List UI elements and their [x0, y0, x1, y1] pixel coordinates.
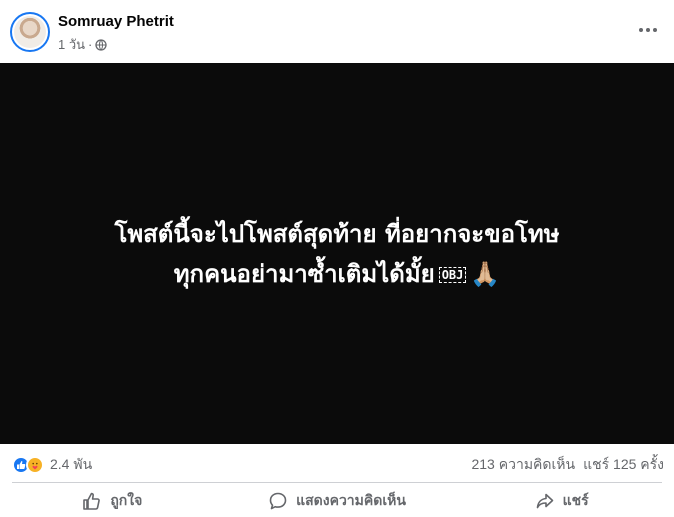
comment-label: แสดงความคิดเห็น: [296, 491, 406, 508]
share-icon: [535, 491, 555, 511]
facebook-post: Somruay Phetrit 1 วัน · โพสต์นี้จะไปโพสต…: [0, 0, 674, 517]
share-count[interactable]: แชร์ 125 ครั้ง: [583, 454, 664, 476]
author-name[interactable]: Somruay Phetrit: [58, 13, 174, 30]
reactions-summary[interactable]: 2.4 พัน: [12, 454, 92, 476]
like-label: ถูกใจ: [110, 491, 143, 508]
comment-icon: [268, 491, 288, 511]
post-meta: 1 วัน ·: [58, 34, 108, 55]
obj-placeholder: OBJ: [438, 266, 467, 283]
share-label: แชร์: [562, 491, 589, 508]
post-time[interactable]: 1 วัน: [58, 34, 85, 55]
more-options-icon[interactable]: [636, 18, 660, 42]
post-actions: ถูกใจ แสดงความคิดเห็น แชร์: [0, 484, 674, 517]
media-text-line-2-text: ทุกคนอย่ามาซ้ำเติมได้มั้ย: [173, 259, 435, 288]
avatar-image: [14, 16, 46, 48]
share-button[interactable]: แชร์: [449, 484, 674, 517]
post-stats: 2.4 พัน 213 ความคิดเห็น แชร์ 125 ครั้ง: [0, 444, 674, 482]
like-button[interactable]: ถูกใจ: [0, 484, 225, 517]
praying-hands-emoji: 🙏🏼: [470, 259, 501, 288]
like-icon: [82, 491, 102, 511]
comment-button[interactable]: แสดงความคิดเห็น: [225, 484, 450, 517]
divider: [12, 482, 662, 483]
post-header: Somruay Phetrit 1 วัน ·: [0, 0, 674, 62]
comment-count[interactable]: 213 ความคิดเห็น: [471, 454, 575, 476]
globe-icon: [95, 38, 108, 51]
engagement-counts: 213 ความคิดเห็น แชร์ 125 ครั้ง: [471, 454, 664, 476]
media-text-line-2: ทุกคนอย่ามาซ้ำเติมได้มั้ย OBJ 🙏🏼: [174, 254, 501, 294]
post-media[interactable]: โพสต์นี้จะไปโพสต์สุดท้าย ที่อยากจะขอโทษ …: [0, 63, 674, 444]
reaction-count: 2.4 พัน: [50, 456, 93, 472]
media-text-line-1: โพสต์นี้จะไปโพสต์สุดท้าย ที่อยากจะขอโทษ: [114, 219, 560, 248]
care-reaction-icon: [26, 456, 44, 474]
avatar[interactable]: [10, 12, 50, 52]
meta-separator: ·: [88, 37, 93, 52]
